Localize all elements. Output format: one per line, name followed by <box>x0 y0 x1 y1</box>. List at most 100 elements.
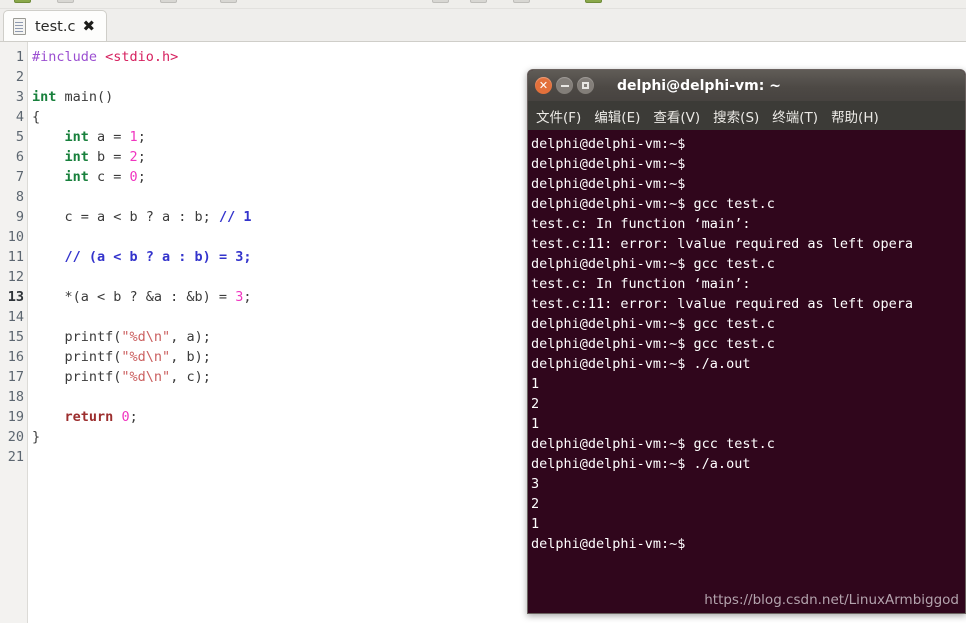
maximize-window-button[interactable] <box>577 77 594 94</box>
terminal-line: delphi@delphi-vm:~$ gcc test.c <box>531 316 775 332</box>
line-number: 15 <box>7 329 24 345</box>
line-number: 5 <box>15 129 24 145</box>
terminal-titlebar[interactable]: ✕ delphi@delphi-vm: ~ <box>528 70 965 101</box>
code-token: <stdio.h> <box>105 49 179 65</box>
line-number: 18 <box>7 389 24 405</box>
editor-tab-bar: test.c ✖ <box>0 9 966 42</box>
code-token: c = a < b ? a : b; <box>32 209 219 225</box>
cut-icon[interactable] <box>513 0 530 3</box>
code-token: ; <box>243 289 252 305</box>
code-token: c = <box>88 169 130 185</box>
terminal-line: test.c: In function ‘main’: <box>531 216 751 232</box>
line-number: 6 <box>15 149 24 165</box>
terminal-line: 1 <box>531 516 540 532</box>
line-number: 9 <box>15 209 24 225</box>
code-token: "%d\n" <box>121 369 171 385</box>
line-number: 2 <box>15 69 24 85</box>
menu-search[interactable]: 搜索(S) <box>713 106 759 126</box>
code-token: { <box>32 109 41 125</box>
terminal-line: delphi@delphi-vm:~$ <box>531 136 686 152</box>
code-token: ; <box>137 129 146 145</box>
terminal-window[interactable]: ✕ delphi@delphi-vm: ~ 文件(F) 编辑(E) 查看(V) 搜索(… <box>527 69 966 614</box>
line-number: 11 <box>7 249 24 265</box>
code-token: 1 <box>129 129 138 145</box>
line-number: 17 <box>7 369 24 385</box>
code-token: , c); <box>170 369 211 385</box>
code-token: printf( <box>32 369 122 385</box>
code-token: // (a < b ? a : b) = 3; <box>64 249 252 265</box>
code-token: ; <box>129 409 138 425</box>
line-number: 19 <box>7 409 24 425</box>
terminal-line: delphi@delphi-vm:~$ gcc test.c <box>531 436 775 452</box>
terminal-line: delphi@delphi-vm:~$ gcc test.c <box>531 336 775 352</box>
terminal-title: delphi@delphi-vm: ~ <box>617 77 781 94</box>
open-icon[interactable] <box>57 0 74 3</box>
terminal-line: 2 <box>531 396 540 412</box>
menu-view[interactable]: 查看(V) <box>653 106 700 126</box>
terminal-line: delphi@delphi-vm:~$ <box>531 536 686 552</box>
code-token: } <box>32 429 41 445</box>
line-number: 1 <box>15 49 24 65</box>
find-icon[interactable] <box>585 0 602 3</box>
code-token: 0 <box>121 409 130 425</box>
code-token: int <box>64 169 89 185</box>
line-number: 20 <box>7 429 24 445</box>
code-token: "%d\n" <box>121 329 171 345</box>
undo-icon[interactable] <box>432 0 449 3</box>
line-number: 21 <box>7 449 24 465</box>
terminal-line: delphi@delphi-vm:~$ gcc test.c <box>531 256 775 272</box>
line-number: 7 <box>15 169 24 185</box>
tab-label: test.c <box>35 18 76 35</box>
code-token: b = <box>88 149 130 165</box>
code-token: "%d\n" <box>121 349 171 365</box>
document-icon <box>13 18 28 35</box>
tab-test-c[interactable]: test.c ✖ <box>3 10 108 42</box>
code-token: *(a < b ? &a : &b) = <box>32 289 236 305</box>
terminal-line: 1 <box>531 376 540 392</box>
line-number: 12 <box>7 269 24 285</box>
screen-root: test.c ✖ 1 2 3 4 5 6 7 8 9 10 11 12 13 14 15 16 17 18 19 20… <box>0 0 966 623</box>
menu-terminal[interactable]: 终端(T) <box>772 106 818 126</box>
terminal-line: test.c:11: error: lvalue required as lef… <box>531 236 914 252</box>
line-number: 3 <box>15 89 24 105</box>
terminal-output[interactable]: delphi@delphi-vm:~$ delphi@delphi-vm:~$ de… <box>528 130 965 613</box>
close-window-button[interactable]: ✕ <box>535 77 552 94</box>
menu-file[interactable]: 文件(F) <box>536 106 581 126</box>
code-token: 2 <box>129 149 138 165</box>
line-number: 16 <box>7 349 24 365</box>
code-token: , a); <box>170 329 211 345</box>
new-icon[interactable] <box>14 0 31 3</box>
code-token: int <box>64 129 89 145</box>
line-number: 14 <box>7 309 24 325</box>
terminal-line: delphi@delphi-vm:~$ gcc test.c <box>531 196 775 212</box>
code-token: ; <box>137 149 146 165</box>
code-token: int <box>64 149 89 165</box>
terminal-menubar[interactable]: 文件(F) 编辑(E) 查看(V) 搜索(S) 终端(T) 帮助(H) <box>528 101 965 130</box>
terminal-line: 3 <box>531 476 540 492</box>
close-icon[interactable]: ✖ <box>82 19 95 34</box>
print-icon[interactable] <box>220 0 237 3</box>
code-line[interactable]: #include <stdio.h> <box>32 47 966 67</box>
menu-help[interactable]: 帮助(H) <box>831 106 879 126</box>
code-token: , b); <box>170 349 211 365</box>
terminal-line: 2 <box>531 496 540 512</box>
line-number: 13 <box>7 289 24 305</box>
terminal-line: 1 <box>531 416 540 432</box>
save-icon[interactable] <box>160 0 177 3</box>
menu-edit[interactable]: 编辑(E) <box>594 106 640 126</box>
line-number: 10 <box>7 229 24 245</box>
code-token: #include <box>32 49 106 65</box>
code-token: ; <box>137 169 146 185</box>
code-token: // 1 <box>218 209 252 225</box>
watermark-text: https://blog.csdn.net/LinuxArmbiggod <box>704 592 959 608</box>
editor-toolbar-strip[interactable] <box>0 0 966 9</box>
code-token: printf( <box>32 349 122 365</box>
code-token: return <box>64 409 114 425</box>
redo-icon[interactable] <box>470 0 487 3</box>
minimize-window-button[interactable] <box>556 77 573 94</box>
code-token: a = <box>88 129 130 145</box>
